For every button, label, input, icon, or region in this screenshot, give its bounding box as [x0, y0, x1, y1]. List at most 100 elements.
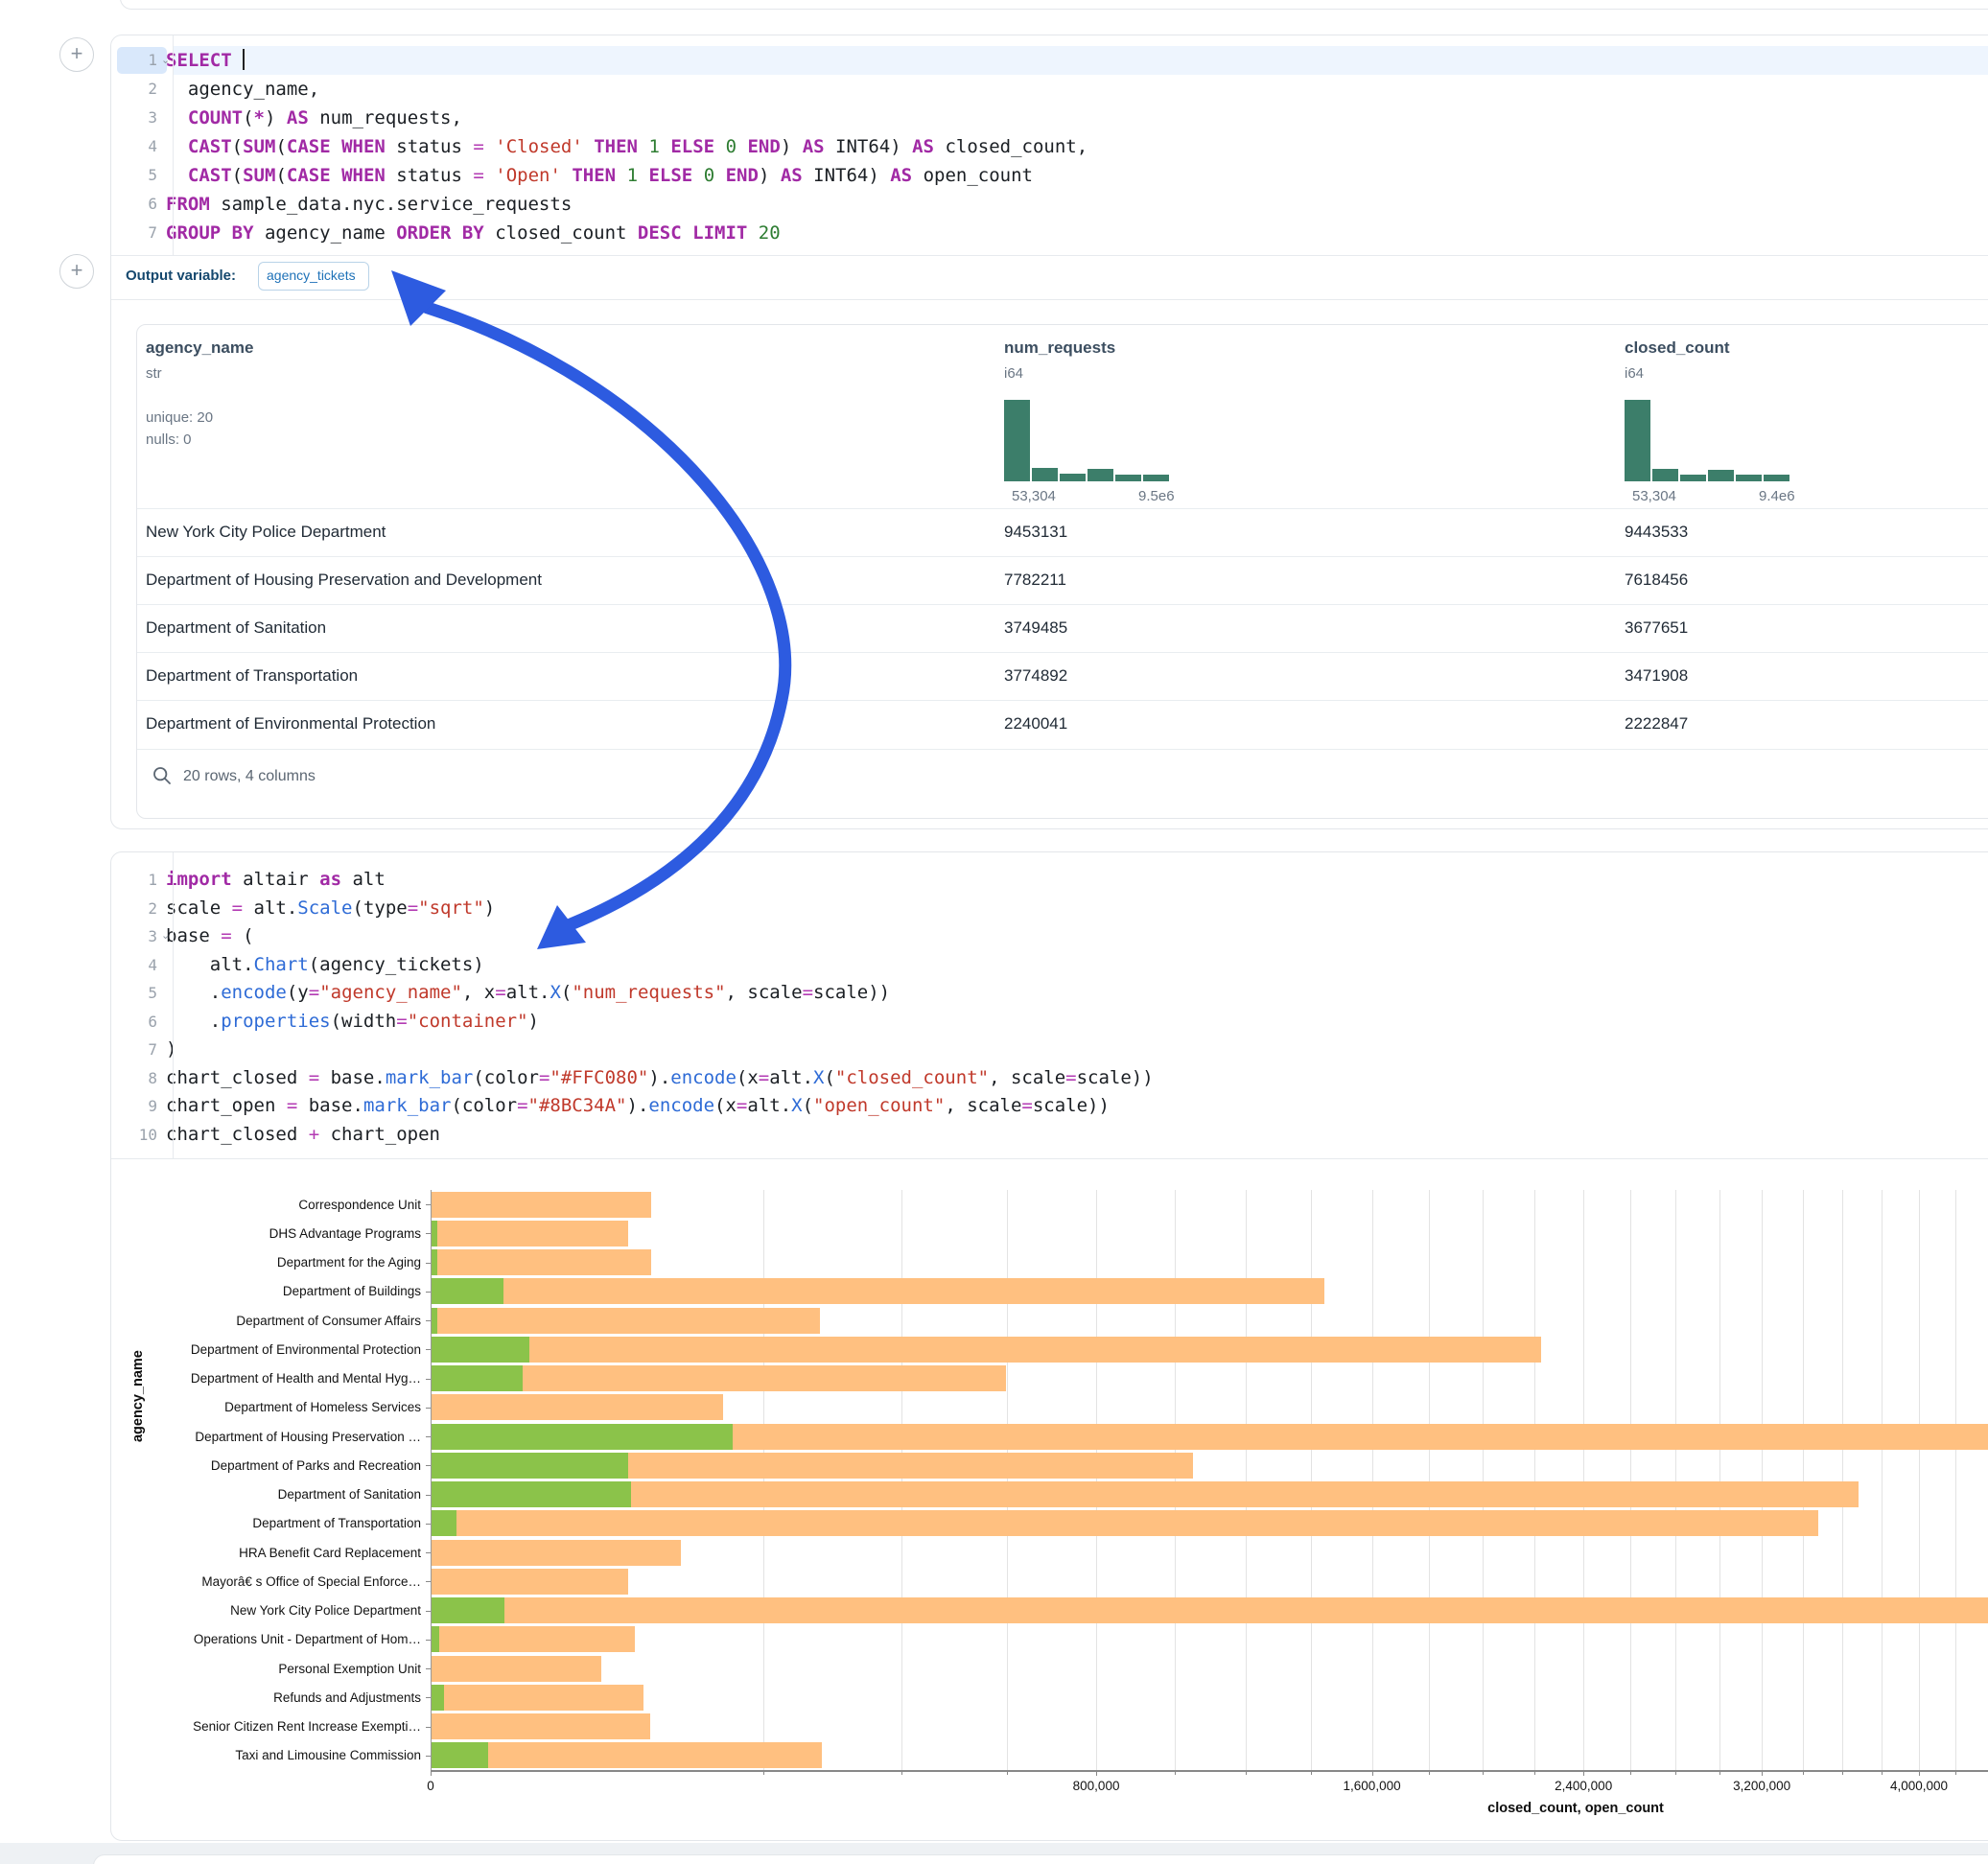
bar-closed_count[interactable]: [432, 1394, 723, 1420]
code-line[interactable]: 7): [111, 1036, 1988, 1064]
python-code-editor[interactable]: 1import altair as alt2scale = alt.Scale(…: [111, 866, 1988, 1149]
bar-closed_count[interactable]: [432, 1337, 1541, 1363]
code-line[interactable]: 4 CAST(SUM(CASE WHEN status = 'Closed' T…: [111, 132, 1988, 161]
bar-closed_count[interactable]: [432, 1656, 601, 1682]
code-line[interactable]: 5 CAST(SUM(CASE WHEN status = 'Open' THE…: [111, 161, 1988, 190]
code-line[interactable]: 3 COUNT(*) AS num_requests,: [111, 104, 1988, 132]
x-minor-tick: [1175, 1770, 1176, 1775]
y-tick: [426, 1524, 431, 1525]
code-text: ): [166, 1036, 176, 1064]
bar-closed_count[interactable]: [432, 1249, 651, 1275]
output-variable-pill[interactable]: agency_tickets: [258, 262, 369, 291]
bar-closed_count[interactable]: [432, 1308, 820, 1334]
add-cell-button-output[interactable]: +: [59, 254, 94, 289]
bar-closed_count[interactable]: [432, 1192, 651, 1218]
x-minor-tick: [1955, 1770, 1956, 1775]
python-cell-card: 1import altair as alt2scale = alt.Scale(…: [110, 851, 1988, 1841]
y-axis-label: Department of Housing Preservation …: [111, 1430, 421, 1444]
bar-open_count[interactable]: [432, 1221, 437, 1247]
bar-open_count[interactable]: [432, 1685, 444, 1711]
column-type: i64: [1004, 365, 1023, 382]
x-minor-tick: [901, 1770, 902, 1775]
code-text: COUNT(*) AS num_requests,: [166, 104, 462, 132]
code-line[interactable]: 5 .encode(y="agency_name", x=alt.X("num_…: [111, 979, 1988, 1008]
y-tick: [426, 1756, 431, 1757]
column-header[interactable]: agency_name: [146, 338, 253, 358]
bar-open_count[interactable]: [432, 1481, 631, 1507]
x-axis-title: closed_count, open_count: [1487, 1801, 1664, 1816]
bar-closed_count[interactable]: [432, 1685, 643, 1711]
bar-closed_count[interactable]: [432, 1221, 628, 1247]
line-number: 2: [111, 75, 157, 104]
code-text: chart_closed + chart_open: [166, 1121, 440, 1150]
sql-code-editor[interactable]: 1⌄SELECT 2 agency_name,3 COUNT(*) AS num…: [111, 46, 1988, 256]
bar-open_count[interactable]: [432, 1453, 628, 1479]
code-line[interactable]: 3⌄base = (: [111, 922, 1988, 951]
table-row[interactable]: New York City Police Department945313194…: [137, 508, 1988, 556]
table-row[interactable]: Department of Transportation377489234719…: [137, 652, 1988, 700]
code-line[interactable]: 2 agency_name,: [111, 75, 1988, 104]
code-line[interactable]: 1⌄SELECT: [111, 46, 1988, 75]
y-axis-label: Department of Parks and Recreation: [111, 1458, 421, 1473]
cell-value: 7618456: [1625, 556, 1688, 604]
code-line[interactable]: 8chart_closed = base.mark_bar(color="#FF…: [111, 1064, 1988, 1093]
bar-closed_count[interactable]: [432, 1278, 1324, 1304]
table-row[interactable]: Department of Sanitation37494853677651: [137, 604, 1988, 652]
bar-closed_count[interactable]: [432, 1481, 1859, 1507]
x-minor-tick: [1630, 1770, 1631, 1775]
code-line[interactable]: 4 alt.Chart(agency_tickets): [111, 951, 1988, 980]
bar-closed_count[interactable]: [432, 1713, 650, 1739]
table-row[interactable]: Department of Environmental Protection22…: [137, 700, 1988, 748]
bar-open_count[interactable]: [432, 1424, 733, 1450]
bar-open_count[interactable]: [432, 1249, 437, 1275]
add-cell-button-top[interactable]: +: [59, 37, 94, 72]
bar-open_count[interactable]: [432, 1365, 523, 1391]
code-text: CAST(SUM(CASE WHEN status = 'Open' THEN …: [166, 161, 1033, 190]
code-line[interactable]: 7GROUP BY agency_name ORDER BY closed_co…: [111, 219, 1988, 247]
bar-open_count[interactable]: [432, 1337, 529, 1363]
code-line[interactable]: 6FROM sample_data.nyc.service_requests: [111, 190, 1988, 219]
gridline: [1842, 1190, 1843, 1770]
code-text: agency_name,: [166, 75, 319, 104]
bar-open_count[interactable]: [432, 1626, 439, 1652]
table-body[interactable]: New York City Police Department945313194…: [137, 508, 1988, 749]
bar-closed_count[interactable]: [432, 1569, 628, 1595]
x-tick: [1096, 1770, 1097, 1776]
code-line[interactable]: 6 .properties(width="container"): [111, 1008, 1988, 1037]
code-line[interactable]: 2scale = alt.Scale(type="sqrt"): [111, 895, 1988, 923]
bar-closed_count[interactable]: [432, 1597, 1988, 1623]
gridline: [1803, 1190, 1804, 1770]
code-line[interactable]: 9chart_open = base.mark_bar(color="#8BC3…: [111, 1092, 1988, 1121]
code-text: chart_closed = base.mark_bar(color="#FFC…: [166, 1064, 1154, 1093]
bar-open_count[interactable]: [432, 1278, 503, 1304]
cell-value: 2240041: [1004, 700, 1067, 748]
y-axis-label: Personal Exemption Unit: [111, 1662, 421, 1676]
search-icon[interactable]: [152, 766, 172, 785]
bar-open_count[interactable]: [432, 1308, 437, 1334]
row-count-label: 20 rows, 4 columns: [183, 768, 316, 785]
x-minor-tick: [763, 1770, 764, 1775]
column-header[interactable]: closed_count: [1625, 338, 1730, 358]
y-axis-label: Operations Unit - Department of Hom…: [111, 1632, 421, 1646]
code-line[interactable]: 10chart_closed + chart_open: [111, 1121, 1988, 1150]
bar-open_count[interactable]: [432, 1510, 456, 1536]
bar-closed_count[interactable]: [432, 1626, 635, 1652]
bar-closed_count[interactable]: [432, 1742, 822, 1768]
x-axis-line: [431, 1770, 1988, 1772]
column-stat: unique: 20: [146, 409, 213, 426]
histogram-max-label: 9.5e6: [1138, 488, 1175, 504]
bar-open_count[interactable]: [432, 1597, 504, 1623]
bar-closed_count[interactable]: [432, 1510, 1818, 1536]
x-minor-tick: [1429, 1770, 1430, 1775]
output-variable-label: Output variable:: [126, 268, 236, 284]
bar-closed_count[interactable]: [432, 1540, 681, 1566]
table-row[interactable]: Department of Housing Preservation and D…: [137, 556, 1988, 604]
y-axis-label: Correspondence Unit: [111, 1198, 421, 1212]
line-number: 5: [111, 161, 157, 190]
y-tick: [426, 1581, 431, 1582]
code-line[interactable]: 1import altair as alt: [111, 866, 1988, 895]
column-header[interactable]: num_requests: [1004, 338, 1115, 358]
y-tick: [426, 1408, 431, 1409]
bar-open_count[interactable]: [432, 1742, 488, 1768]
gridline: [763, 1190, 764, 1770]
